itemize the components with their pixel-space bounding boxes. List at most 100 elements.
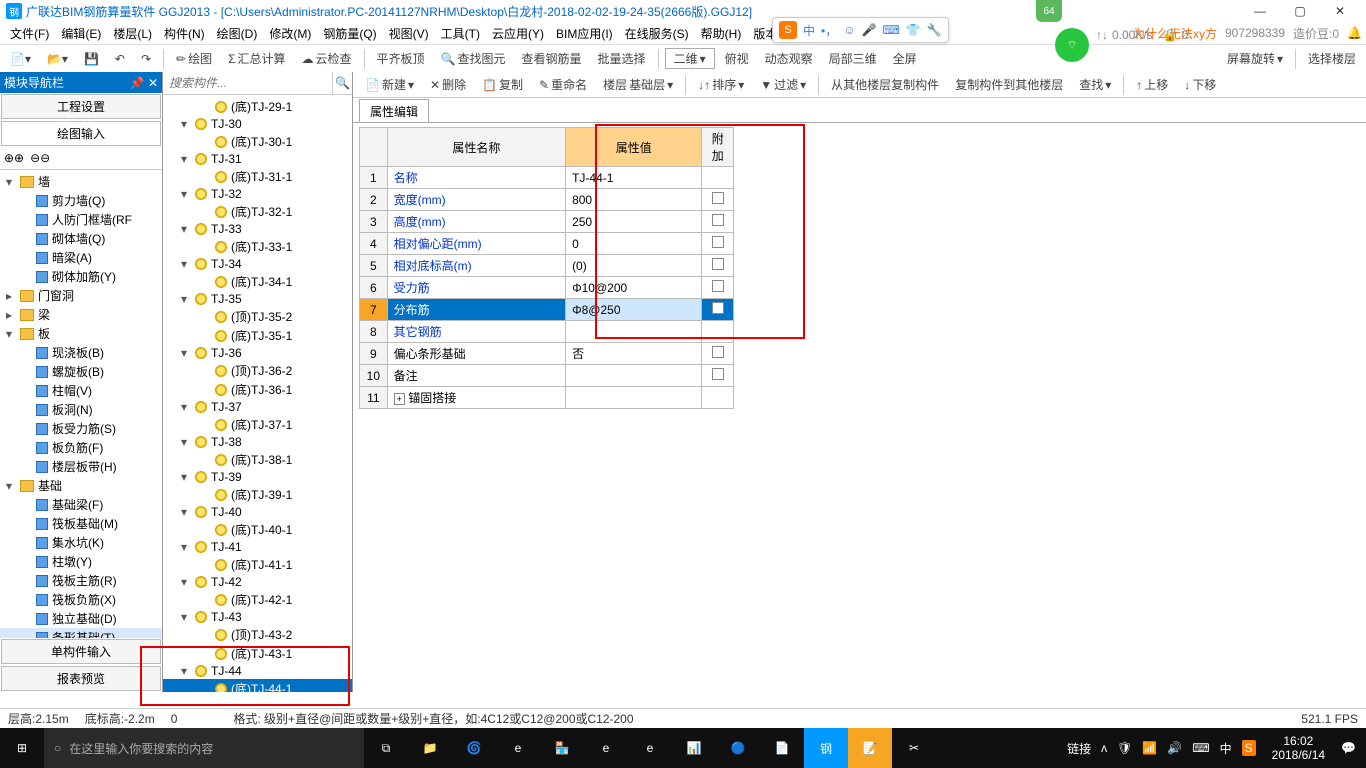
nav-tree-node[interactable]: 筏板负筋(X) [0,590,162,609]
nav-tree-node[interactable]: 柱帽(V) [0,381,162,400]
component-tree-node[interactable]: (底)TJ-33-1 [163,237,352,256]
ime-smile-icon[interactable]: ☺ [843,23,855,37]
ime-lang[interactable]: 中 [803,22,815,39]
taskbar-app-5[interactable]: e [584,728,628,768]
component-tree-node[interactable]: (底)TJ-29-1 [163,97,352,116]
ime-punct-icon[interactable]: •， [821,22,837,39]
save-icon[interactable]: 💾 [78,50,105,68]
pin-icon[interactable]: 📌 [130,76,145,90]
redo-icon[interactable]: ↷ [135,50,157,68]
floor-select[interactable]: 楼层 基础层 ▾ [597,74,679,95]
draw-btn[interactable]: ✏ 绘图 [170,48,218,69]
tray-shield-icon[interactable]: 🛡 [1117,741,1132,755]
component-tree-node[interactable]: ▾TJ-44 [163,663,352,679]
property-row[interactable]: 1名称TJ-44-1 [360,167,734,189]
nav-tree-node[interactable]: 板负筋(F) [0,438,162,457]
ime-gear-icon[interactable]: 🔧 [927,23,942,37]
taskbar-app-6[interactable]: e [628,728,672,768]
open-icon[interactable]: 📂▾ [41,50,74,68]
property-row[interactable]: 8其它钢筋 [360,321,734,343]
component-tree-node[interactable]: ▾TJ-43 [163,609,352,625]
component-tree-node[interactable]: (底)TJ-36-1 [163,380,352,399]
menu-item[interactable]: 构件(N) [158,25,211,43]
component-tree-node[interactable]: ▾TJ-33 [163,221,352,237]
menu-item[interactable]: 工具(T) [435,25,486,43]
nav-btn-draw-input[interactable]: 绘图输入 [1,121,161,146]
top-view-btn[interactable]: 俯视 [719,48,755,69]
property-row[interactable]: 6受力筋Φ10@200 [360,277,734,299]
filter-btn[interactable]: ▼ 过滤 ▾ [754,74,812,95]
component-tree-node[interactable]: ▾TJ-41 [163,539,352,555]
ime-float-bar[interactable]: S 中 •， ☺ 🎤 ⌨ 👕 🔧 [772,17,949,43]
nav-tree-node[interactable]: 筏板基础(M) [0,514,162,533]
ime-keyboard-icon[interactable]: ⌨ [882,23,899,37]
component-tree-node[interactable]: (底)TJ-31-1 [163,167,352,186]
taskbar-app-3[interactable]: e [496,728,540,768]
find-element-btn[interactable]: 🔍 查找图元 [435,48,512,69]
tray-up-icon[interactable]: ʌ [1101,741,1107,755]
component-tree-node[interactable]: (底)TJ-44-1 [163,679,352,692]
component-tree-node[interactable]: ▾TJ-38 [163,434,352,450]
task-view-icon[interactable]: ⧉ [364,728,408,768]
property-row[interactable]: 7分布筋Φ8@250 [360,299,734,321]
component-tree-node[interactable]: (底)TJ-32-1 [163,202,352,221]
menu-item[interactable]: BIM应用(I) [550,25,619,43]
tray-net[interactable]: 链接 [1067,740,1091,757]
component-tree-node[interactable]: (底)TJ-38-1 [163,450,352,469]
new-component-btn[interactable]: 📄 新建 ▾ [359,74,420,95]
property-row[interactable]: 3高度(mm)250 [360,211,734,233]
menu-item[interactable]: 文件(F) [4,25,55,43]
sum-btn[interactable]: Σ 汇总计算 [222,48,291,69]
copy-to-floor-btn[interactable]: 复制构件到其他楼层 [949,74,1069,95]
component-tree[interactable]: (底)TJ-29-1▾TJ-30(底)TJ-30-1▾TJ-31(底)TJ-31… [163,95,352,692]
nav-tree-node[interactable]: ▸梁 [0,305,162,324]
taskbar-app-9[interactable]: 📄 [760,728,804,768]
component-tree-node[interactable]: (底)TJ-43-1 [163,644,352,663]
property-row[interactable]: 5相对底标高(m)(0) [360,255,734,277]
menu-item[interactable]: 云应用(Y) [486,25,550,43]
batch-select-btn[interactable]: 批量选择 [592,48,652,69]
component-tree-node[interactable]: (底)TJ-34-1 [163,272,352,291]
delete-btn[interactable]: ✕ 删除 [424,74,472,95]
property-row[interactable]: 10备注 [360,365,734,387]
sort-btn[interactable]: ↓↑ 排序 ▾ [692,74,750,95]
nav-btn-single-input[interactable]: 单构件输入 [1,639,161,664]
nav-tree-node[interactable]: 现浇板(B) [0,343,162,362]
nav-tree-node[interactable]: 楼层板带(H) [0,457,162,476]
component-tree-node[interactable]: (底)TJ-39-1 [163,485,352,504]
screen-rotate-btn[interactable]: 屏幕旋转 ▾ [1221,48,1289,69]
component-tree-node[interactable]: ▾TJ-39 [163,469,352,485]
copy-from-floor-btn[interactable]: 从其他楼层复制构件 [825,74,945,95]
component-tree-node[interactable]: (顶)TJ-43-2 [163,625,352,644]
component-tree-node[interactable]: (底)TJ-30-1 [163,132,352,151]
component-tree-node[interactable]: (底)TJ-41-1 [163,555,352,574]
close-button[interactable]: ✕ [1320,0,1360,22]
wifi-circle-icon[interactable]: ⌔ [1055,28,1089,62]
nav-tree-node[interactable]: 条形基础(T) [0,628,162,638]
tray-ime-lang[interactable]: 中 [1220,740,1232,757]
taskbar-app-10[interactable]: 钢 [804,728,848,768]
nav-btn-project-settings[interactable]: 工程设置 [1,94,161,119]
property-edit-tab[interactable]: 属性编辑 [359,99,429,123]
taskbar-app-4[interactable]: 🏪 [540,728,584,768]
nav-tree-node[interactable]: 板受力筋(S) [0,419,162,438]
bell-icon[interactable]: 🔔 [1347,26,1362,40]
local-3d-btn[interactable]: 局部三维 [823,48,883,69]
property-row[interactable]: 2宽度(mm)800 [360,189,734,211]
move-down-btn[interactable]: ↓ 下移 [1178,74,1222,95]
component-tree-node[interactable]: (底)TJ-37-1 [163,415,352,434]
component-tree-node[interactable]: ▾TJ-40 [163,504,352,520]
nav-tree-node[interactable]: 暗梁(A) [0,248,162,267]
component-search-input[interactable] [163,72,332,94]
component-tree-node[interactable]: (顶)TJ-36-2 [163,361,352,380]
start-button[interactable]: ⊞ [0,728,44,768]
menu-item[interactable]: 帮助(H) [695,25,748,43]
nav-tree-node[interactable]: ▾墙 [0,172,162,191]
property-row[interactable]: 9偏心条形基础否 [360,343,734,365]
copy-btn[interactable]: 📋 复制 [476,74,529,95]
nav-tree-node[interactable]: ▸门窗洞 [0,286,162,305]
view-rebar-btn[interactable]: 查看钢筋量 [516,48,588,69]
flat-top-btn[interactable]: 平齐板顶 [371,48,431,69]
select-floor-btn[interactable]: 选择楼层 [1302,48,1362,69]
component-tree-node[interactable]: ▾TJ-36 [163,345,352,361]
